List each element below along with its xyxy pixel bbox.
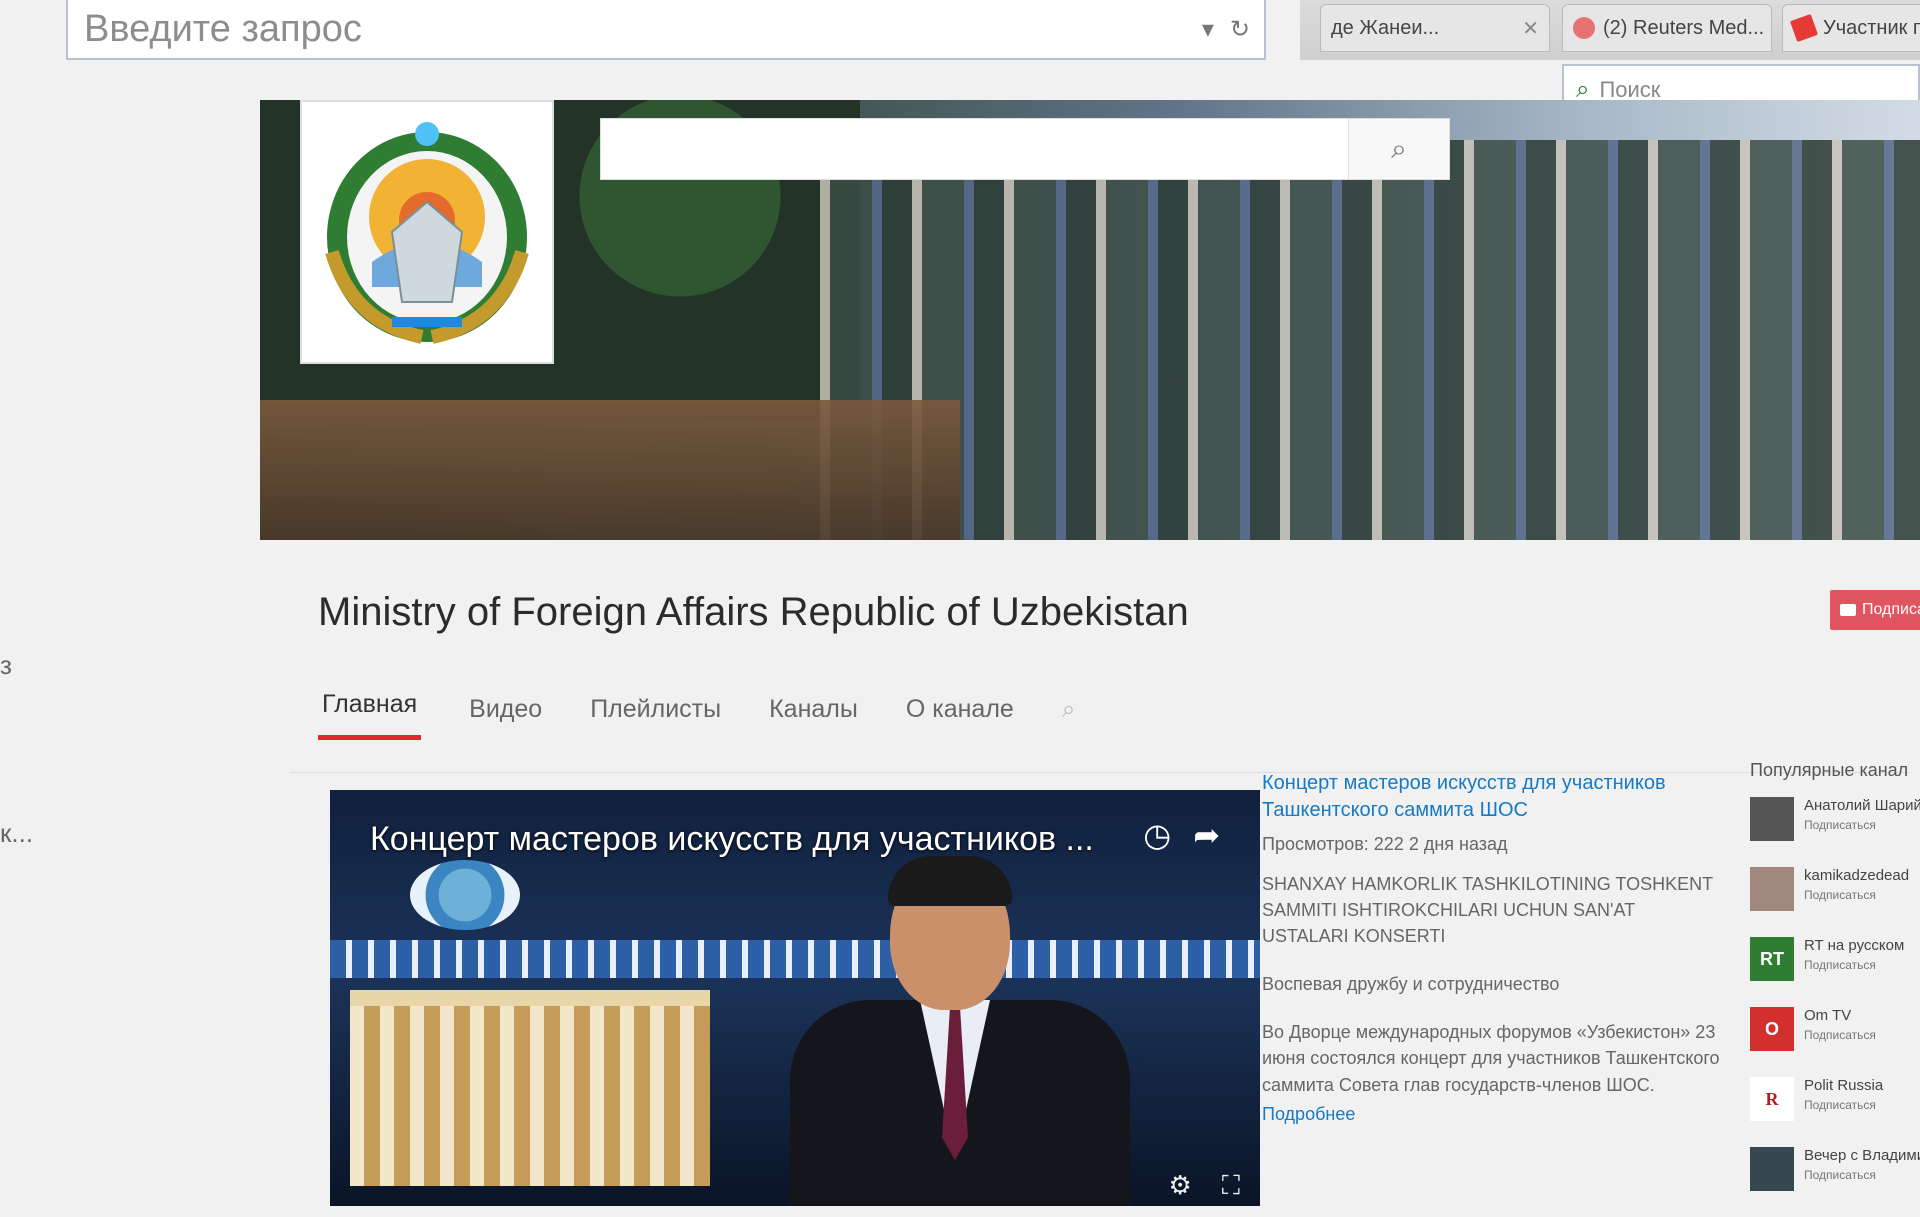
fullscreen-icon[interactable]: ⛶ <box>1222 1170 1240 1202</box>
youtube-search-bar[interactable]: ⌕ <box>600 118 1450 180</box>
sco-logo-icon <box>410 860 520 930</box>
channel-name[interactable]: Анатолий Шарий <box>1804 797 1920 814</box>
avatar[interactable] <box>1750 797 1794 841</box>
youtube-play-icon <box>1840 604 1856 616</box>
tab-label: Участник погр... <box>1823 16 1920 39</box>
read-more-link[interactable]: Подробнее <box>1262 1104 1722 1125</box>
tab-playlists[interactable]: Плейлисты <box>590 695 721 740</box>
avatar[interactable] <box>1750 867 1794 911</box>
flag-favicon-icon <box>1789 13 1819 43</box>
dropdown-arrow-icon[interactable]: ▾ <box>1202 15 1214 44</box>
banner-building <box>820 140 1920 540</box>
subscribe-link[interactable]: Подписаться <box>1804 1028 1876 1042</box>
tab-videos[interactable]: Видео <box>469 695 542 740</box>
video-description-line: Во Дворце международных форумов «Узбекис… <box>1262 1022 1720 1095</box>
video-overlay-title[interactable]: Концерт мастеров искусств для участников… <box>370 820 1094 859</box>
settings-gear-icon[interactable]: ⚙ <box>1168 1170 1191 1202</box>
video-title-link[interactable]: Концерт мастеров искусств для участников… <box>1262 770 1722 824</box>
address-bar[interactable]: ▾ ↻ <box>66 0 1266 60</box>
channel-name[interactable]: kamikadzedead <box>1804 867 1909 884</box>
video-overlay-icons: ◷ ➦ <box>1143 816 1220 854</box>
tab-label: (2) Reuters Med... <box>1603 16 1765 39</box>
browser-tab[interactable]: (2) Reuters Med... ✕ <box>1562 4 1772 52</box>
featured-video-info: Концерт мастеров искусств для участников… <box>1262 770 1722 1125</box>
search-icon: ⌕ <box>1391 132 1407 164</box>
presenter-hair <box>888 856 1012 906</box>
channel-search-icon[interactable]: ⌕ <box>1062 696 1075 740</box>
youtube-search-input[interactable] <box>601 119 1348 179</box>
subscribe-link[interactable]: Подписаться <box>1804 818 1920 832</box>
popular-channel-item[interactable]: Вечер с Владимир... Подписаться <box>1750 1147 1920 1217</box>
subscribe-label: Подписат <box>1862 601 1920 618</box>
close-icon[interactable]: ✕ <box>1522 16 1539 41</box>
tab-channels[interactable]: Каналы <box>769 695 858 740</box>
banner-roof <box>260 400 960 540</box>
subscribe-link[interactable]: Подписаться <box>1804 1168 1920 1182</box>
sidebar-fragment: з <box>0 650 12 680</box>
popular-channel-item[interactable]: O Om TV Подписаться <box>1750 1007 1920 1077</box>
avatar[interactable] <box>1750 1147 1794 1191</box>
video-description-line: Воспевая дружбу и сотрудничество <box>1262 974 1560 995</box>
address-icons: ▾ ↻ <box>1202 15 1250 44</box>
popular-channels-heading: Популярные канал <box>1750 760 1909 780</box>
channel-name[interactable]: Om TV <box>1804 1007 1876 1024</box>
subscribe-link[interactable]: Подписаться <box>1804 958 1904 972</box>
avatar[interactable]: RT <box>1750 937 1794 981</box>
avatar[interactable]: O <box>1750 1007 1794 1051</box>
popular-channel-item[interactable]: R Polit Russia Подписаться <box>1750 1077 1920 1147</box>
tab-label: де Жанеи... <box>1331 16 1440 39</box>
channel-name[interactable]: Вечер с Владимир... <box>1804 1147 1920 1164</box>
avatar[interactable]: R <box>1750 1077 1794 1121</box>
reload-icon[interactable]: ↻ <box>1230 15 1250 44</box>
channel-tabs: Главная Видео Плейлисты Каналы О канале … <box>318 690 1075 740</box>
popular-channel-item[interactable]: Анатолий Шарий Подписаться <box>1750 797 1920 867</box>
watch-later-icon[interactable]: ◷ <box>1143 816 1171 854</box>
video-description-line: SHANXAY HAMKORLIK TASHKILOTINING TOSHKEN… <box>1262 874 1713 947</box>
popular-channel-item[interactable]: kamikadzedead Подписаться <box>1750 867 1920 937</box>
address-input[interactable] <box>82 6 1086 52</box>
subscribe-link[interactable]: Подписаться <box>1804 888 1909 902</box>
video-meta: Просмотров: 222 2 дня назад <box>1262 834 1508 854</box>
video-controls: ⚙ ⛶ <box>1168 1170 1240 1202</box>
tab-about[interactable]: О канале <box>906 695 1014 740</box>
share-icon[interactable]: ➦ <box>1193 816 1220 854</box>
browser-tab[interactable]: Участник погр... <box>1782 4 1920 52</box>
sidebar-fragment: к... <box>0 818 34 848</box>
tab-home[interactable]: Главная <box>318 690 422 740</box>
browser-tab-strip: де Жанеи... ✕ (2) Reuters Med... ✕ Участ… <box>1300 0 1920 60</box>
subscribe-button[interactable]: Подписат <box>1830 590 1920 630</box>
subscribe-link[interactable]: Подписаться <box>1804 1098 1883 1112</box>
video-palace <box>350 990 710 1186</box>
popular-channels: Популярные канал Анатолий Шарий Подписат… <box>1750 760 1920 1217</box>
browser-tab[interactable]: де Жанеи... ✕ <box>1320 4 1550 52</box>
channel-name[interactable]: RT на русском <box>1804 937 1904 954</box>
featured-video-player[interactable]: Концерт мастеров искусств для участников… <box>330 790 1260 1206</box>
channel-name[interactable]: Polit Russia <box>1804 1077 1883 1094</box>
youtube-search-button[interactable]: ⌕ <box>1348 119 1449 179</box>
reuters-favicon-icon <box>1573 17 1595 39</box>
channel-avatar[interactable] <box>300 100 554 364</box>
popular-channel-item[interactable]: RT RT на русском Подписаться <box>1750 937 1920 1007</box>
channel-title: Ministry of Foreign Affairs Republic of … <box>318 590 1189 634</box>
video-presenter <box>790 856 1130 1206</box>
coat-of-arms-icon <box>325 122 529 344</box>
